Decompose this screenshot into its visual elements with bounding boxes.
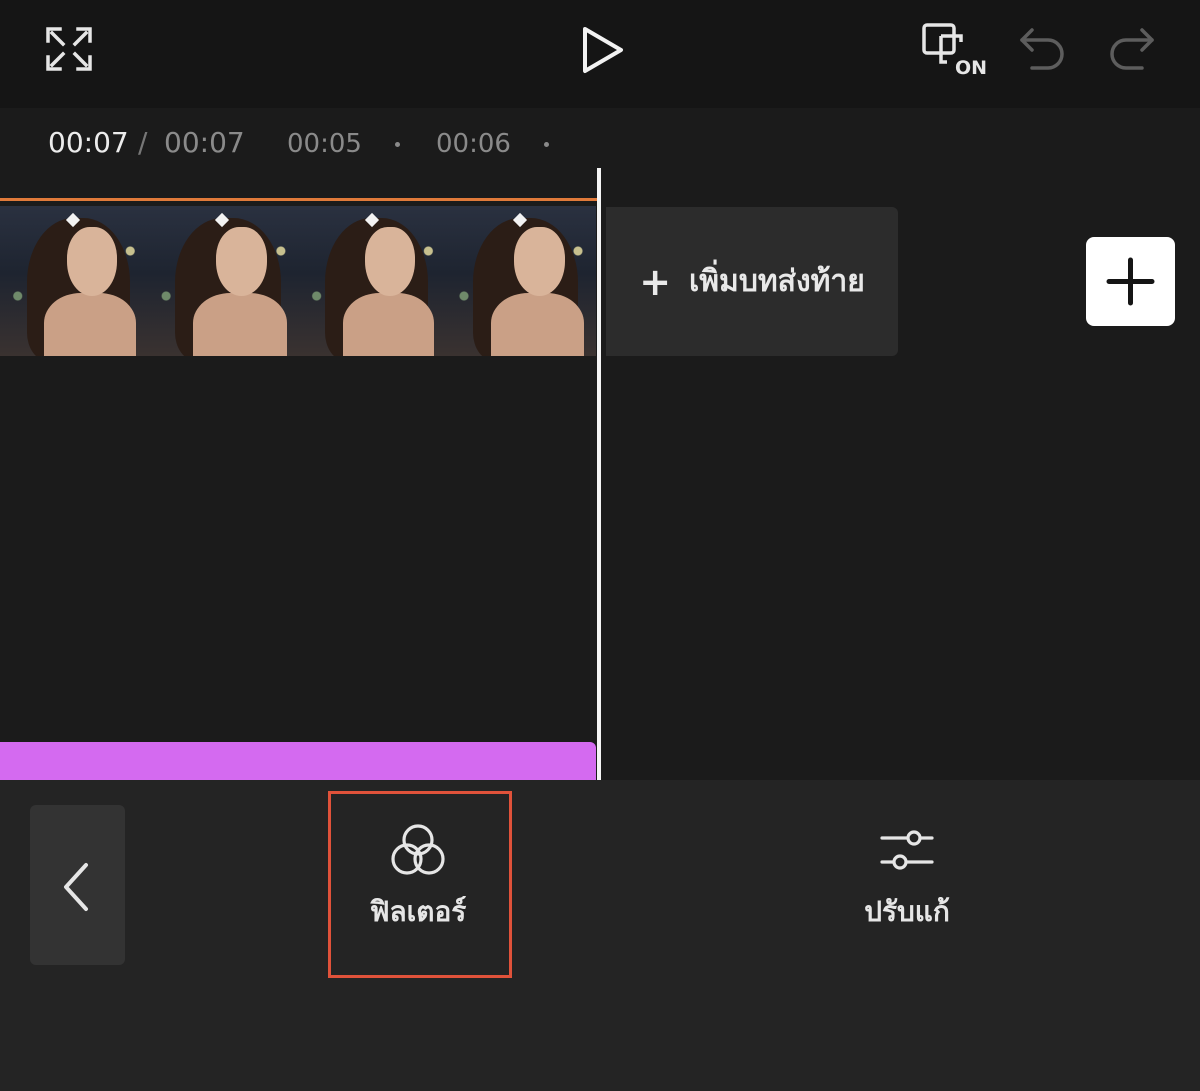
tool-adjust-label: ปรับแก้ (864, 895, 950, 928)
ruler-tick-dot (395, 142, 400, 147)
ruler-tick-label: 00:06 (436, 129, 511, 159)
top-toolbar: ON (0, 0, 1200, 108)
clip-thumbnail (0, 206, 148, 356)
plus-icon: + (639, 259, 672, 304)
adjust-sliders-icon (876, 820, 938, 886)
back-button[interactable] (30, 805, 125, 965)
ruler-tick-dot (544, 142, 549, 147)
current-time: 00:07 (48, 126, 129, 159)
add-ending-button[interactable]: + เพิ่มบทส่งท้าย (606, 207, 898, 356)
undo-icon[interactable] (1020, 28, 1066, 70)
plus-icon (1106, 257, 1155, 306)
playhead[interactable] (597, 168, 601, 780)
redo-icon[interactable] (1108, 28, 1154, 70)
ruler-tick-label: 00:05 (287, 129, 362, 159)
clip-thumbnail (299, 206, 446, 356)
clip-thumbnail (148, 206, 299, 356)
selection-highlight (328, 791, 512, 978)
add-ending-label: เพิ่มบทส่งท้าย (689, 264, 865, 299)
chevron-left-icon (64, 863, 88, 911)
total-time: 00:07 (164, 126, 245, 159)
add-clip-button[interactable] (1086, 237, 1175, 326)
clip-thumbnail (446, 206, 596, 356)
fullscreen-icon[interactable] (46, 27, 92, 71)
preview-on-icon[interactable]: ON (921, 22, 987, 80)
video-clip[interactable] (0, 206, 596, 356)
play-icon[interactable] (581, 26, 625, 74)
tool-adjust[interactable]: ปรับแก้ (822, 820, 992, 950)
bottom-toolbar (0, 780, 1200, 1091)
filter-track[interactable] (0, 742, 596, 780)
preview-on-badge: ON (955, 57, 988, 79)
time-separator: / (138, 126, 148, 159)
selected-clip-outline (0, 198, 598, 201)
